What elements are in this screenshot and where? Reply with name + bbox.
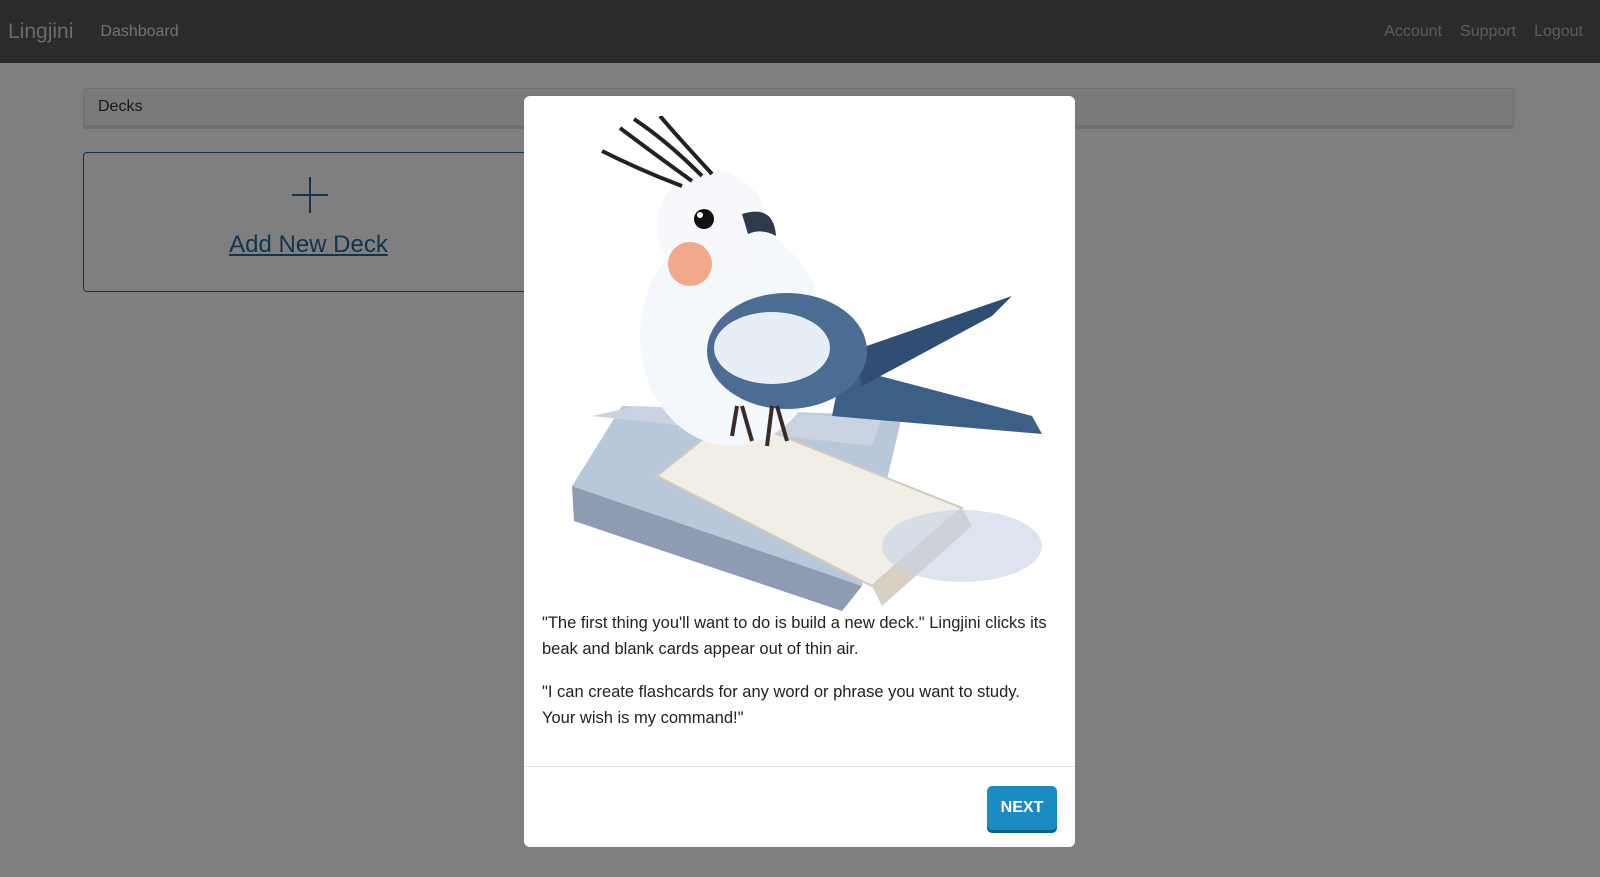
modal-paragraph-1: "The first thing you'll want to do is bu… <box>542 614 1047 658</box>
modal-divider <box>524 766 1075 767</box>
next-button[interactable]: NEXT <box>987 786 1057 830</box>
tutorial-modal: "The first thing you'll want to do is bu… <box>524 96 1075 847</box>
modal-paragraph-2: "I can create flashcards for any word or… <box>542 683 1020 727</box>
modal-body-text: "The first thing you'll want to do is bu… <box>542 610 1057 748</box>
